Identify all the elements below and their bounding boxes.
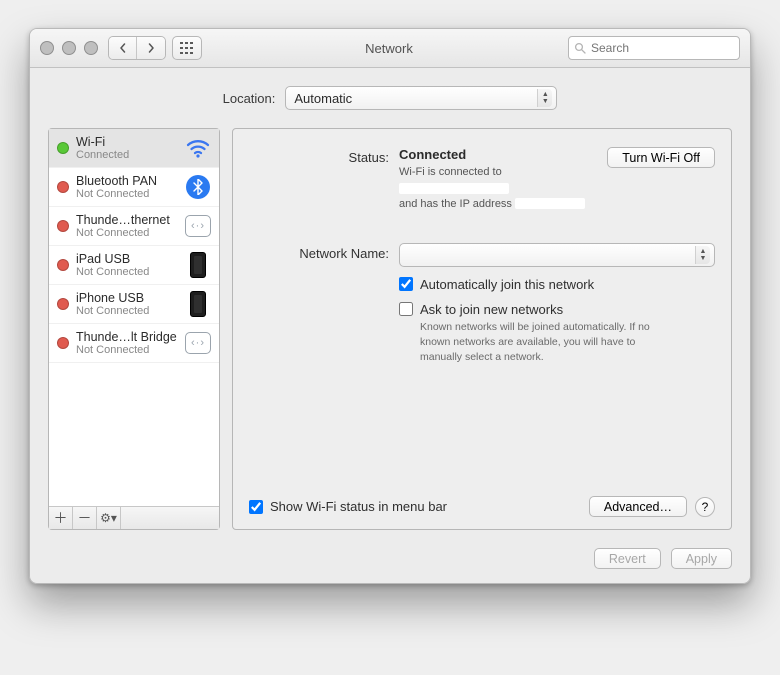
service-status: Not Connected [76, 344, 178, 356]
window-body: Location: Automatic ▲▼ Wi-FiConnectedBlu… [30, 68, 750, 583]
location-label: Location: [223, 91, 276, 106]
window-title: Network [210, 41, 568, 56]
location-row: Location: Automatic ▲▼ [48, 86, 732, 110]
network-name-label: Network Name: [249, 243, 399, 267]
close-dot[interactable] [40, 41, 54, 55]
service-status: Not Connected [76, 305, 178, 317]
ip-redacted [515, 198, 585, 209]
service-actions-button[interactable]: ⚙︎▾ [97, 507, 121, 529]
service-row[interactable]: Thunde…thernetNot Connected ‹·› [49, 207, 219, 246]
wifi-icon [185, 135, 211, 161]
phone-icon [185, 252, 211, 278]
status-subtext: Wi-Fi is connected to and has the IP add… [399, 165, 593, 213]
service-status: Connected [76, 149, 178, 161]
search-icon [574, 42, 586, 54]
auto-join-row: Automatically join this network [249, 277, 715, 292]
auto-join-checkbox[interactable]: Automatically join this network [399, 277, 715, 292]
service-row[interactable]: Thunde…lt BridgeNot Connected ‹·› [49, 324, 219, 363]
status-dot-icon [57, 220, 69, 232]
sidebar-footer: ＋ － ⚙︎▾ [49, 506, 219, 529]
titlebar: Network [30, 29, 750, 68]
status-dot-icon [57, 337, 69, 349]
search-input[interactable] [589, 40, 748, 56]
phone-icon [185, 291, 211, 317]
search-field-wrap[interactable] [568, 36, 740, 60]
minimize-dot[interactable] [62, 41, 76, 55]
service-status: Not Connected [76, 188, 178, 200]
service-name: Bluetooth PAN [76, 174, 178, 188]
ssid-redacted [399, 183, 509, 194]
network-name-select[interactable]: ▲▼ [399, 243, 715, 267]
status-dot-icon [57, 142, 69, 154]
service-name: iPad USB [76, 252, 178, 266]
ask-join-checkbox[interactable]: Ask to join new networks [399, 302, 715, 317]
select-stepper-icon: ▲▼ [537, 89, 552, 107]
help-button[interactable]: ? [695, 497, 715, 517]
apply-button[interactable]: Apply [671, 548, 732, 569]
service-details: Status: Connected Wi-Fi is connected to … [232, 128, 732, 530]
nav-buttons [108, 36, 166, 60]
ask-join-explain: Known networks will be joined automatica… [420, 320, 670, 366]
service-name: Thunde…lt Bridge [76, 330, 178, 344]
advanced-button[interactable]: Advanced… [589, 496, 687, 517]
service-row[interactable]: Wi-FiConnected [49, 129, 219, 168]
wifi-toggle-button[interactable]: Turn Wi-Fi Off [607, 147, 715, 168]
show-menubar-checkbox[interactable]: Show Wi-Fi status in menu bar [249, 499, 447, 514]
service-row[interactable]: iPad USBNot Connected [49, 246, 219, 285]
details-footer: Show Wi-Fi status in menu bar Advanced… … [249, 496, 715, 517]
service-name: iPhone USB [76, 291, 178, 305]
status-dot-icon [57, 259, 69, 271]
show-all-button[interactable] [172, 36, 202, 60]
status-dot-icon [57, 298, 69, 310]
main-area: Wi-FiConnectedBluetooth PANNot Connected… [48, 128, 732, 530]
status-dot-icon [57, 181, 69, 193]
status-row: Status: Connected Wi-Fi is connected to … [249, 147, 715, 213]
bt-icon [185, 174, 211, 200]
status-value: Connected [399, 147, 593, 162]
add-service-button[interactable]: ＋ [49, 507, 73, 529]
service-name: Wi-Fi [76, 135, 178, 149]
select-stepper-icon: ▲▼ [695, 246, 710, 264]
location-value: Automatic [294, 91, 352, 106]
back-button[interactable] [109, 37, 137, 59]
tbolt-icon: ‹·› [185, 213, 211, 239]
status-label: Status: [249, 147, 399, 213]
remove-service-button[interactable]: － [73, 507, 97, 529]
service-status: Not Connected [76, 266, 178, 278]
service-row[interactable]: iPhone USBNot Connected [49, 285, 219, 324]
service-name: Thunde…thernet [76, 213, 178, 227]
forward-button[interactable] [137, 37, 165, 59]
service-list[interactable]: Wi-FiConnectedBluetooth PANNot Connected… [49, 129, 219, 506]
service-sidebar: Wi-FiConnectedBluetooth PANNot Connected… [48, 128, 220, 530]
service-status: Not Connected [76, 227, 178, 239]
traffic-lights [40, 41, 98, 55]
tbolt-icon: ‹·› [185, 330, 211, 356]
location-select[interactable]: Automatic ▲▼ [285, 86, 557, 110]
prefs-window: Network Location: Automatic ▲▼ Wi-FiConn… [29, 28, 751, 584]
zoom-dot[interactable] [84, 41, 98, 55]
service-row[interactable]: Bluetooth PANNot Connected [49, 168, 219, 207]
revert-button[interactable]: Revert [594, 548, 661, 569]
network-name-row: Network Name: ▲▼ [249, 243, 715, 267]
window-footer: Revert Apply [48, 548, 732, 569]
ask-join-row: Ask to join new networks Known networks … [249, 302, 715, 366]
